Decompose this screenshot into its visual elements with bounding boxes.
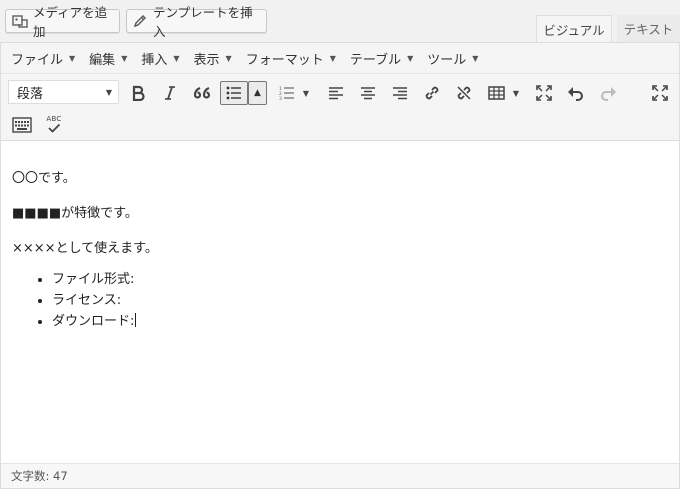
content-paragraph: ■■■■が特徴です。 <box>12 206 138 221</box>
text-cursor <box>135 313 137 327</box>
tab-text-label: テキスト <box>623 22 674 37</box>
list-item-text: ライセンス: <box>52 293 122 308</box>
keyboard-button[interactable] <box>11 114 33 136</box>
undo-icon <box>568 87 583 101</box>
list-item-text: ダウンロード: <box>52 314 135 329</box>
chevron-down-icon: ▼ <box>407 53 414 63</box>
insert-template-label: テンプレートを挿入 <box>152 5 253 39</box>
chevron-down-icon: ▼ <box>512 88 520 98</box>
align-right-icon <box>393 87 407 100</box>
table-button[interactable] <box>485 82 507 104</box>
insert-template-button[interactable]: テンプレートを挿入 <box>126 5 267 39</box>
pencil-icon <box>133 13 148 29</box>
bullet-list-button[interactable] <box>220 81 248 105</box>
fullscreen-button[interactable] <box>533 82 555 104</box>
numbered-list-icon: 123 <box>279 86 294 100</box>
align-left-icon <box>329 87 343 100</box>
editor-toolbar-secondary: ABC <box>1 110 679 141</box>
align-left-button[interactable] <box>325 82 347 104</box>
menu-table[interactable]: テーブル ▼ <box>344 43 421 73</box>
table-icon <box>487 86 505 100</box>
spellcheck-icon <box>48 123 61 133</box>
bullet-list-icon <box>226 86 241 100</box>
distraction-free-icon <box>652 85 668 101</box>
unlink-button[interactable] <box>453 82 475 104</box>
unlink-icon <box>457 86 471 100</box>
bold-button[interactable] <box>127 82 149 104</box>
align-center-icon <box>361 87 375 100</box>
bullet-list-dropdown[interactable]: ▲ <box>248 81 267 105</box>
menu-table-label: テーブル <box>349 52 402 68</box>
chevron-down-icon: ▼ <box>329 53 336 63</box>
menu-file[interactable]: ファイル ▼ <box>5 43 83 73</box>
add-media-button[interactable]: メディアを追加 <box>5 5 120 39</box>
menu-tools-label: ツール <box>427 52 467 68</box>
svg-text:3: 3 <box>279 96 282 100</box>
italic-button[interactable] <box>159 82 181 104</box>
menu-edit-label: 編集 <box>89 52 116 68</box>
redo-icon <box>601 87 616 101</box>
editor-statusbar: 文字数: 47 <box>1 463 679 488</box>
spellcheck-label: ABC <box>46 115 62 123</box>
menu-file-label: ファイル <box>11 52 64 68</box>
menu-format[interactable]: フォーマット ▼ <box>240 43 344 73</box>
menu-view[interactable]: 表示 ▼ <box>188 43 240 73</box>
chevron-down-icon: ▼ <box>173 53 180 63</box>
numbered-list-dropdown[interactable]: ▼ <box>299 82 313 104</box>
menu-tools[interactable]: ツール ▼ <box>421 43 486 73</box>
tab-visual[interactable]: ビジュアル <box>536 15 612 42</box>
add-media-label: メディアを追加 <box>33 5 108 39</box>
editor-menubar: ファイル ▼ 編集 ▼ 挿入 ▼ 表示 ▼ フォーマット ▼ テーブル ▼ ツール ▼ <box>1 43 679 74</box>
editor-content[interactable]: 〇〇です。 ■■■■が特徴です。 ××××として使えます。 ファイル形式: ライ… <box>1 141 679 463</box>
align-center-button[interactable] <box>357 82 379 104</box>
bold-icon <box>132 85 145 101</box>
blockquote-button[interactable] <box>191 82 213 104</box>
content-paragraph: ××××として使えます。 <box>12 241 158 256</box>
chevron-down-icon: ▼ <box>69 53 76 63</box>
tab-text[interactable]: テキスト <box>617 15 680 42</box>
chevron-down-icon: ▼ <box>472 53 479 63</box>
distraction-free-button[interactable] <box>649 82 671 104</box>
spellcheck-button[interactable]: ABC <box>43 112 65 136</box>
numbered-list-button[interactable]: 123 <box>277 82 297 104</box>
editor-top-bar: メディアを追加 テンプレートを挿入 ビジュアル テキスト <box>0 0 680 42</box>
format-select-value: 段落 <box>17 86 44 102</box>
align-right-button[interactable] <box>389 82 411 104</box>
link-button[interactable] <box>421 82 443 104</box>
media-icon <box>12 13 28 29</box>
visual-editor: ファイル ▼ 編集 ▼ 挿入 ▼ 表示 ▼ フォーマット ▼ テーブル ▼ ツール ▼ 段落 … <box>0 42 680 489</box>
format-select[interactable]: 段落 ▼ <box>8 80 119 104</box>
redo-button[interactable] <box>597 82 619 104</box>
content-paragraph: 〇〇です。 <box>12 171 76 186</box>
table-dropdown[interactable]: ▼ <box>509 82 523 104</box>
italic-icon <box>165 86 175 100</box>
menu-insert-label: 挿入 <box>141 52 168 68</box>
chevron-down-icon: ▼ <box>302 88 310 98</box>
link-icon <box>425 86 439 100</box>
blockquote-icon <box>193 86 211 99</box>
chevron-down-icon: ▼ <box>105 88 112 97</box>
word-count: 文字数: 47 <box>11 469 68 483</box>
keyboard-icon <box>12 117 32 133</box>
editor-toolbar-primary: 段落 ▼ ▲ 123 ▼ ▼ <box>1 74 679 110</box>
menu-insert[interactable]: 挿入 ▼ <box>135 43 187 73</box>
list-item-text: ファイル形式: <box>52 272 135 287</box>
menu-format-label: フォーマット <box>245 52 324 68</box>
list-item: ダウンロード: <box>52 311 137 332</box>
content-bullet-list: ファイル形式: ライセンス: ダウンロード: <box>12 269 137 332</box>
chevron-down-icon: ▼ <box>121 53 128 63</box>
chevron-down-icon: ▼ <box>225 53 232 63</box>
tab-visual-label: ビジュアル <box>543 22 605 38</box>
list-item: ファイル形式: <box>52 269 136 290</box>
list-item: ライセンス: <box>52 290 136 311</box>
menu-edit[interactable]: 編集 ▼ <box>83 43 135 73</box>
undo-button[interactable] <box>565 82 587 104</box>
fullscreen-icon <box>536 85 552 101</box>
chevron-up-icon: ▲ <box>254 88 261 98</box>
menu-view-label: 表示 <box>193 52 220 68</box>
